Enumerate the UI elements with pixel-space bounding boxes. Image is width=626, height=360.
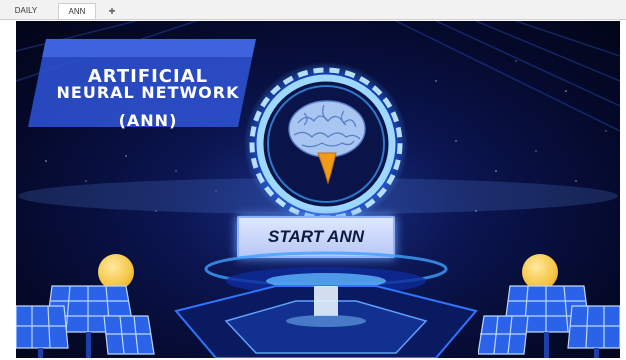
brain-icon [288, 100, 366, 185]
solar-panel-icon [16, 285, 155, 358]
solar-panel-icon [478, 285, 620, 358]
title-line-3: (ANN) [118, 111, 178, 130]
tab-ann[interactable]: ANN [58, 3, 96, 19]
ann-scene: ARTIFICIAL NEURAL NETWORK (ANN) START AN… [16, 21, 620, 358]
hologram-platform [174, 251, 478, 358]
title-line-2: NEURAL NETWORK [56, 83, 240, 102]
title-panel: ARTIFICIAL NEURAL NETWORK (ANN) [28, 39, 256, 130]
tab-bar: DAILY ANN + [0, 0, 626, 20]
add-tab-button[interactable]: + [104, 3, 120, 19]
tab-daily[interactable]: DAILY [6, 3, 46, 19]
